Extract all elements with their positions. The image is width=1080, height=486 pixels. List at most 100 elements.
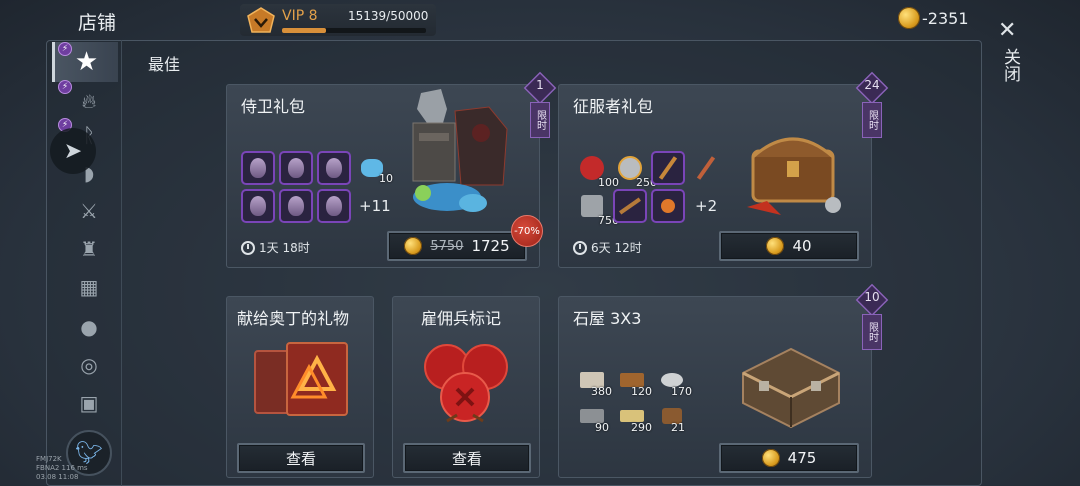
item-slot: 750 bbox=[575, 189, 619, 227]
buy-button[interactable]: 5750 1725 bbox=[387, 231, 527, 261]
item-slot bbox=[317, 151, 351, 185]
star-icon: ★ bbox=[74, 47, 99, 77]
item-slot: 100 bbox=[575, 151, 619, 189]
clock-icon bbox=[573, 240, 587, 255]
resource-item: 170 bbox=[657, 365, 692, 398]
resource-item: 21 bbox=[657, 401, 687, 434]
resource-item: 380 bbox=[577, 365, 612, 398]
gold-coin-icon bbox=[766, 237, 785, 255]
item-slot bbox=[651, 189, 685, 223]
card-title: 征服者礼包 bbox=[573, 97, 654, 116]
rune-stone-icon bbox=[250, 196, 266, 216]
mace-icon bbox=[661, 199, 675, 213]
rune-stone-icon bbox=[250, 158, 266, 178]
card-title: 石屋 3X3 bbox=[573, 309, 642, 328]
bomb-icon: ● bbox=[80, 315, 98, 339]
odin-gift-card[interactable]: 献给奥丁的礼物 查看 bbox=[226, 296, 374, 478]
guard-armor-art bbox=[412, 89, 508, 212]
lightning-badge-icon: ⚡︎ bbox=[58, 80, 72, 94]
axe-icon: ⚔ bbox=[80, 199, 98, 223]
close-button[interactable]: ✕ 关闭 bbox=[994, 18, 1024, 98]
top-bar: 店铺 VIP 8 15139/50000 -2351 bbox=[0, 0, 1080, 40]
lightning-badge-icon: ⚡︎ bbox=[58, 42, 72, 56]
sidebar-item-coins[interactable]: ◎ bbox=[74, 350, 104, 380]
resource-item: 290 bbox=[617, 401, 652, 434]
sidebar-item-fire[interactable]: 🔥︎ bbox=[74, 86, 104, 116]
item-slot: 250 bbox=[613, 151, 657, 189]
category-sidebar: ★ 🔥︎ ᚱ ◗ ⚔ ♜ ▦ ● ◎ ▣ bbox=[46, 40, 122, 486]
mercenary-marks-card[interactable]: 雇佣兵标记 查看 bbox=[392, 296, 540, 478]
vip-progress-bar bbox=[282, 28, 426, 33]
vip-progress-text: 15139/50000 bbox=[348, 9, 429, 23]
vip-emblem-icon bbox=[247, 7, 275, 33]
spear-icon bbox=[658, 156, 678, 180]
gold-coin-icon bbox=[404, 237, 423, 255]
sidebar-item-axe[interactable]: ⚔ bbox=[74, 196, 104, 226]
fire-icon: 🔥︎ bbox=[81, 89, 97, 113]
item-slot bbox=[613, 189, 647, 223]
card-title: 雇佣兵标记 bbox=[421, 309, 502, 328]
debug-info: FMJ72K FBNA2 116 ms 03.08 11:08 bbox=[36, 455, 88, 481]
discount-badge: -70% bbox=[511, 215, 543, 247]
coins-icon: ◎ bbox=[80, 353, 98, 377]
sidebar-item-bricks[interactable]: ▦ bbox=[74, 272, 104, 302]
more-items-count: +11 bbox=[359, 197, 391, 215]
gold-balance[interactable]: -2351 bbox=[898, 7, 969, 29]
item-slot bbox=[317, 189, 351, 223]
price: 475 bbox=[787, 449, 817, 467]
vip-panel[interactable]: VIP 8 15139/50000 bbox=[240, 4, 436, 36]
armor-icon: ♜ bbox=[80, 237, 98, 261]
original-price: 5750 bbox=[430, 238, 464, 254]
close-label: 关闭 bbox=[1000, 48, 1020, 82]
rune-stone-icon bbox=[326, 158, 342, 178]
card-title: 献给奥丁的礼物 bbox=[237, 309, 350, 328]
item-slot bbox=[241, 151, 275, 185]
rune-stone-icon bbox=[288, 196, 304, 216]
odin-book-art bbox=[254, 342, 348, 416]
treasure-chest-art bbox=[747, 137, 841, 215]
bricks-icon: ▦ bbox=[79, 275, 99, 299]
price: 40 bbox=[792, 237, 812, 255]
navigate-floating-button[interactable]: ➤ bbox=[50, 128, 96, 174]
view-button[interactable]: 查看 bbox=[237, 443, 365, 473]
buy-button[interactable]: 475 bbox=[719, 443, 859, 473]
countdown-timer: 1天 18时 bbox=[241, 239, 310, 256]
mercenary-seal-art bbox=[424, 344, 508, 423]
stone-house-card[interactable]: 石屋 3X3 380 120 170 90 290 21 475 bbox=[558, 296, 872, 478]
item-slot: 10 bbox=[355, 151, 393, 185]
navigate-arrow-icon: ➤ bbox=[63, 138, 83, 164]
item-slot bbox=[279, 151, 313, 185]
resource-item: 120 bbox=[617, 365, 652, 398]
countdown-timer: 6天 12时 bbox=[573, 239, 642, 256]
item-slot bbox=[241, 189, 275, 223]
gold-coin-icon bbox=[761, 449, 780, 467]
resource-item: 90 bbox=[577, 401, 609, 434]
item-slot bbox=[651, 151, 685, 185]
gold-coin-icon bbox=[898, 7, 920, 29]
rune-stone-icon bbox=[326, 196, 342, 216]
item-slot bbox=[279, 189, 313, 223]
stone-house-art bbox=[742, 347, 840, 429]
clock-icon bbox=[241, 240, 255, 255]
close-icon: ✕ bbox=[998, 18, 1017, 43]
item-slot bbox=[689, 151, 723, 185]
crossbow-icon bbox=[619, 197, 641, 215]
sale-price: 1725 bbox=[471, 237, 510, 255]
sidebar-item-bomb[interactable]: ● bbox=[74, 312, 104, 342]
view-button[interactable]: 查看 bbox=[403, 443, 531, 473]
buy-button[interactable]: 40 bbox=[719, 231, 859, 261]
gold-balance-value: -2351 bbox=[922, 8, 969, 28]
page-title: 店铺 bbox=[78, 12, 117, 34]
vip-level: VIP 8 bbox=[282, 8, 318, 24]
sidebar-item-armor[interactable]: ♜ bbox=[74, 234, 104, 264]
card-title: 侍卫礼包 bbox=[241, 97, 306, 116]
vip-progress-fill bbox=[282, 28, 326, 33]
guard-pack-card[interactable]: 侍卫礼包 10 +11 1天 18时 5750 1725 -70% bbox=[226, 84, 543, 268]
more-items-count: +2 bbox=[695, 197, 718, 215]
dagger-icon bbox=[696, 156, 716, 180]
rune-stone-icon bbox=[288, 158, 304, 178]
section-title: 最佳 bbox=[148, 55, 181, 74]
sidebar-item-gift[interactable]: ▣ bbox=[74, 388, 104, 418]
gift-icon: ▣ bbox=[79, 391, 99, 415]
conqueror-pack-card[interactable]: 征服者礼包 100 250 750 +2 6天 12时 40 bbox=[558, 84, 872, 268]
